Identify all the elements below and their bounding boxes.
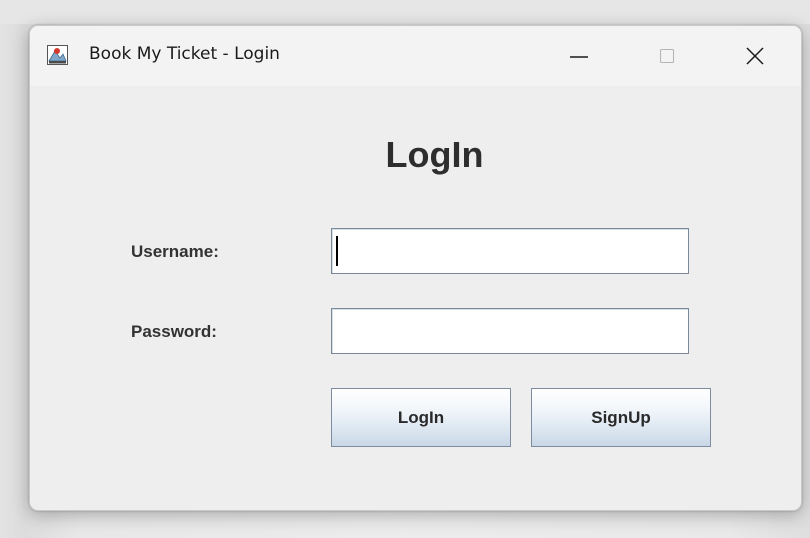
close-button[interactable]: [720, 26, 790, 86]
text-caret: [336, 236, 338, 266]
page-title: LogIn: [30, 134, 801, 176]
app-icon: [47, 45, 68, 65]
username-input[interactable]: [331, 228, 689, 274]
signup-button[interactable]: SignUp: [531, 388, 711, 447]
minimize-button[interactable]: [544, 26, 614, 86]
login-window: Book My Ticket - Login LogIn Username: P…: [29, 25, 802, 511]
maximize-button: [632, 26, 702, 86]
window-title: Book My Ticket - Login: [89, 44, 280, 64]
maximize-icon: [659, 48, 675, 64]
desktop-background: [0, 0, 810, 24]
password-input[interactable]: [331, 308, 689, 354]
page-title-text: LogIn: [385, 134, 484, 175]
password-label: Password:: [131, 322, 217, 341]
username-label: Username:: [131, 242, 219, 261]
title-bar[interactable]: Book My Ticket - Login: [30, 26, 801, 86]
close-icon: [746, 47, 764, 65]
login-button[interactable]: LogIn: [331, 388, 511, 447]
minimize-icon: [570, 56, 588, 58]
